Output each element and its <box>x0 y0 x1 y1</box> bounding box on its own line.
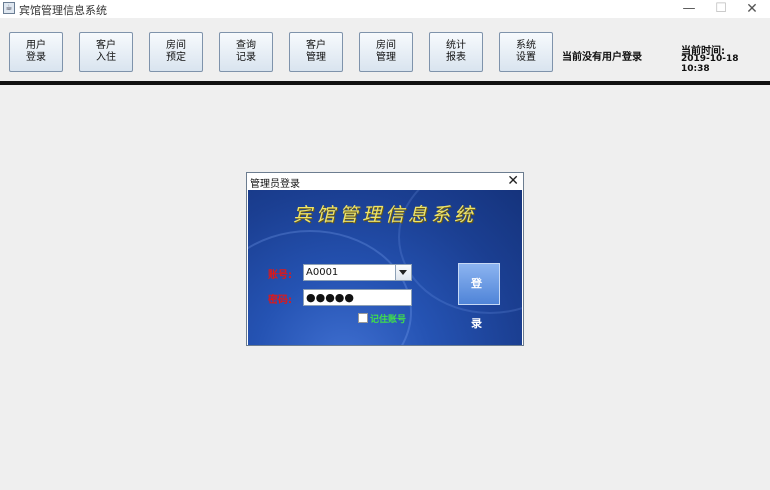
maximize-button[interactable]: ☐ <box>704 0 738 18</box>
close-button[interactable]: ✕ <box>735 0 769 18</box>
admin-login-dialog: 管理员登录 ✕ 宾馆管理信息系统 账号: A0001 密码: ●●●●● 记住账… <box>246 172 524 346</box>
account-combobox[interactable]: A0001 <box>303 264 412 281</box>
button-label-line2: 报表 <box>446 52 466 63</box>
login-button[interactable]: 登 录 <box>458 263 500 330</box>
room-management-button[interactable]: 房间 管理 <box>359 32 413 72</box>
login-panel: 宾馆管理信息系统 账号: A0001 密码: ●●●●● 记住账号 登 录 <box>248 190 522 345</box>
button-label-line1: 系统 <box>516 40 536 51</box>
window-titlebar: ☕ 宾馆管理信息系统 — ☐ ✕ <box>0 0 770 18</box>
button-label-line1: 查询 <box>236 40 256 51</box>
password-label: 密码: <box>268 295 292 306</box>
system-settings-button[interactable]: 系统 设置 <box>499 32 553 72</box>
button-label-line2: 管理 <box>306 52 326 63</box>
java-app-icon: ☕ <box>3 2 15 14</box>
minimize-button[interactable]: — <box>672 0 706 18</box>
button-label-line1: 客户 <box>306 40 326 51</box>
button-label-line2: 登录 <box>26 52 46 63</box>
user-login-button[interactable]: 用户 登录 <box>9 32 63 72</box>
remember-checkbox[interactable] <box>358 313 368 323</box>
customer-management-button[interactable]: 客户 管理 <box>289 32 343 72</box>
button-label-line2: 记录 <box>236 52 256 63</box>
window-title: 宾馆管理信息系统 <box>19 4 107 17</box>
dialog-titlebar[interactable]: 管理员登录 ✕ <box>247 173 523 190</box>
button-label-line2: 入住 <box>96 52 116 63</box>
background-swirl <box>248 230 412 345</box>
room-booking-button[interactable]: 房间 预定 <box>149 32 203 72</box>
password-field[interactable]: ●●●●● <box>303 289 412 306</box>
account-label: 账号: <box>268 270 292 281</box>
button-label-line1: 用户 <box>26 40 46 51</box>
close-icon[interactable]: ✕ <box>507 173 519 189</box>
button-label-line2: 预定 <box>166 52 186 63</box>
login-status-text: 当前没有用户登录 <box>562 52 642 63</box>
remember-account-label: 记住账号 <box>370 315 407 325</box>
customer-checkin-button[interactable]: 客户 入住 <box>79 32 133 72</box>
current-time-value: 2019-10-18 10:38 <box>681 54 739 74</box>
main-toolbar: 用户 登录 客户 入住 房间 预定 查询 记录 客户 管理 房间 管理 统计 报表 系统 设置 <box>0 18 770 82</box>
account-value: A0001 <box>306 267 339 278</box>
button-label-line1: 统计 <box>446 40 466 51</box>
statistics-report-button[interactable]: 统计 报表 <box>429 32 483 72</box>
button-label-line1: 房间 <box>376 40 396 51</box>
button-label-line2: 管理 <box>376 52 396 63</box>
query-records-button[interactable]: 查询 记录 <box>219 32 273 72</box>
dialog-title: 管理员登录 <box>250 179 300 190</box>
button-label-line1: 房间 <box>166 40 186 51</box>
button-label-line1: 客户 <box>96 40 116 51</box>
button-label-line2: 设置 <box>516 52 536 63</box>
system-banner-title: 宾馆管理信息系统 <box>292 204 477 226</box>
chevron-down-icon[interactable] <box>395 265 411 280</box>
